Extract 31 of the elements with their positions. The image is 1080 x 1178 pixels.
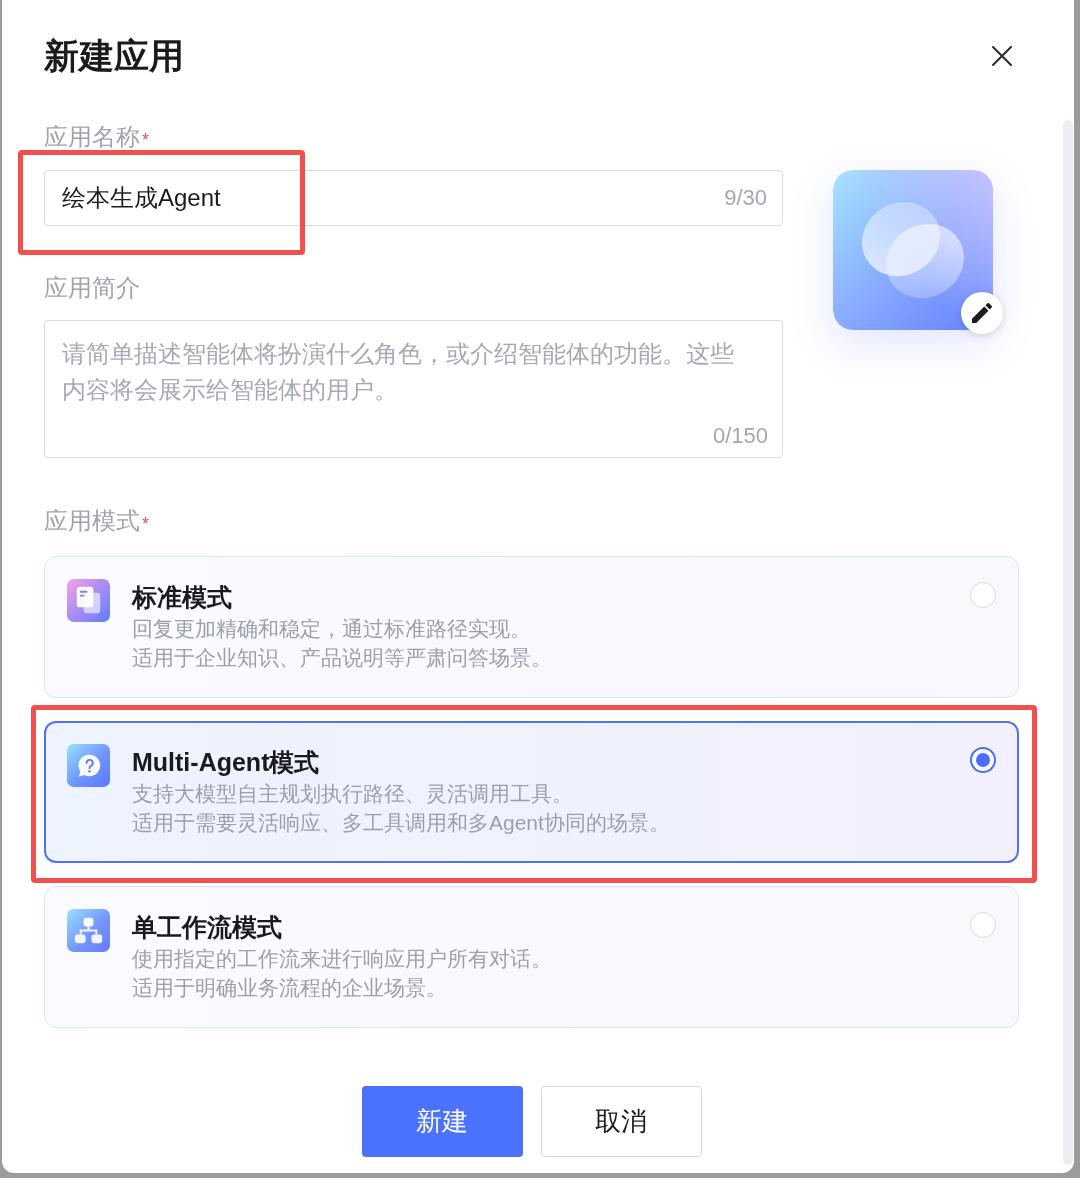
option-description: 回复更加精确和稳定，通过标准路径实现。 (132, 616, 532, 642)
required-mark: * (142, 131, 149, 149)
close-button[interactable] (992, 46, 1012, 66)
create-button[interactable]: 新建 (361, 1086, 523, 1157)
char-counter: 0/150 (712, 422, 768, 450)
cancel-button[interactable]: 取消 (540, 1086, 702, 1157)
option-title: 单工作流模式 (132, 912, 283, 943)
required-mark: * (142, 515, 149, 533)
mode-option-card[interactable]: 标准模式 回复更加精确和稳定，通过标准路径实现。 适用于企业知识、产品说明等严肃问答场景。 (44, 556, 1019, 698)
edit-button[interactable] (961, 292, 1003, 334)
hierarchy-icon (67, 909, 110, 952)
option-description: 适用于企业知识、产品说明等严肃问答场景。 (132, 645, 553, 671)
chat-bubble-icon (67, 744, 110, 787)
document-icon (67, 579, 110, 622)
dialog-title: 新建应用 (44, 35, 184, 77)
close-icon (992, 46, 1012, 66)
mode-option-card[interactable]: 单工作流模式 使用指定的工作流来进行响应用户所有对话。 适用于明确业务流程的企业场景。 (44, 886, 1019, 1028)
field-label: 应用名称 (44, 122, 140, 152)
option-description: 使用指定的工作流来进行响应用户所有对话。 (132, 946, 553, 972)
option-description: 适用于需要灵活响应、多工具调用和多Agent协同的场景。 (132, 810, 671, 836)
mode-option-card[interactable]: Multi-Agent模式 支持大模型自主规划执行路径、灵活调用工具。 适用于需要灵活响应、多工具调用和多Agent协同的场景。 (44, 721, 1019, 863)
option-title: 标准模式 (132, 582, 233, 613)
option-description: 适用于明确业务流程的企业场景。 (132, 975, 448, 1001)
option-description: 支持大模型自主规划执行路径、灵活调用工具。 (132, 781, 574, 807)
field-label: 应用模式 (44, 506, 140, 536)
pencil-icon (972, 303, 992, 323)
scrollbar[interactable] (1063, 120, 1073, 1165)
field-label: 应用简介 (44, 273, 140, 303)
radio-button[interactable] (970, 747, 996, 773)
char-counter: 9/30 (724, 184, 767, 212)
option-title: Multi-Agent模式 (132, 747, 321, 778)
